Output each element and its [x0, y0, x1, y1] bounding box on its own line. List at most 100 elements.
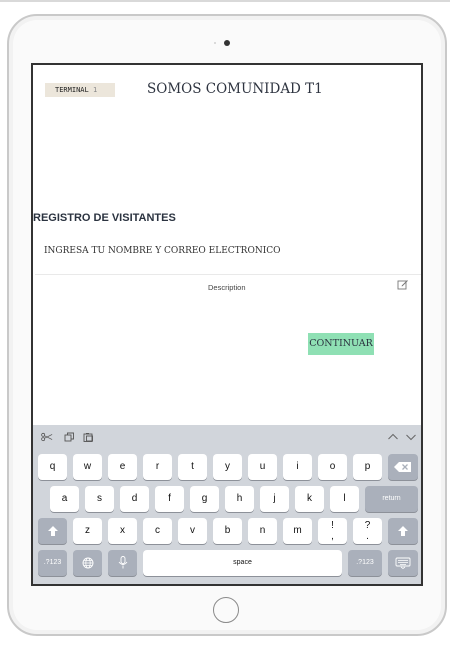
- key-o[interactable]: o: [318, 454, 347, 480]
- top-border: [0, 0, 450, 2]
- key-label: w: [83, 461, 92, 472]
- key-label: z: [85, 525, 90, 536]
- keyboard-toolbar: [33, 425, 421, 449]
- keyboard-dismiss-icon: [395, 557, 411, 569]
- key-b[interactable]: b: [213, 518, 242, 544]
- screen: TERMINAL 1 SOMOS COMUNIDAD T1 REGISTRO D…: [31, 63, 423, 586]
- globe-icon: [82, 557, 93, 569]
- key-p[interactable]: p: [353, 454, 382, 480]
- key-label: c: [155, 525, 160, 536]
- sensor-dot: [214, 42, 216, 44]
- key-x[interactable]: x: [108, 518, 137, 544]
- chevron-down-icon[interactable]: [405, 432, 417, 442]
- key-label: a: [61, 493, 68, 504]
- key-label: f: [168, 493, 171, 504]
- key-label: g: [201, 493, 208, 504]
- shift-key-right[interactable]: [388, 518, 418, 544]
- shift-key-left[interactable]: [38, 518, 67, 544]
- key-label: j: [273, 493, 276, 504]
- scissors-icon[interactable]: [41, 432, 53, 442]
- key-v[interactable]: v: [178, 518, 207, 544]
- terminal-tag: TERMINAL 1: [45, 83, 115, 97]
- shift-icon: [398, 526, 408, 536]
- description-label: Description: [208, 283, 246, 292]
- key-q[interactable]: q: [38, 454, 67, 480]
- key-i[interactable]: i: [283, 454, 312, 480]
- return-key[interactable]: return: [365, 486, 418, 512]
- numbers-key-label: .?123: [43, 559, 62, 566]
- chevron-up-icon[interactable]: [387, 432, 399, 442]
- key-k[interactable]: k: [295, 486, 324, 512]
- key-t[interactable]: t: [178, 454, 207, 480]
- key-label: n: [259, 525, 266, 536]
- key-label: s: [97, 493, 102, 504]
- key-label: e: [119, 461, 126, 472]
- key-l[interactable]: l: [330, 486, 359, 512]
- key-label: o: [329, 461, 336, 472]
- home-button[interactable]: [213, 597, 239, 623]
- key-label: p: [364, 461, 371, 472]
- key-n[interactable]: n: [248, 518, 277, 544]
- key-exclaim-comma[interactable]: ! ,: [318, 518, 347, 544]
- globe-key[interactable]: [73, 550, 102, 576]
- key-label: k: [307, 493, 312, 504]
- key-d[interactable]: d: [120, 486, 149, 512]
- name-email-field[interactable]: INGRESA TU NOMBRE Y CORREO ELECTRONICO: [44, 246, 281, 256]
- numbers-key-left[interactable]: .?123: [38, 550, 67, 576]
- key-y[interactable]: y: [213, 454, 242, 480]
- key-z[interactable]: z: [73, 518, 102, 544]
- key-label: x: [120, 525, 125, 536]
- divider: [35, 274, 421, 275]
- page-title: SOMOS COMUNIDAD T1: [147, 81, 323, 97]
- space-key[interactable]: space: [143, 550, 342, 576]
- key-w[interactable]: w: [73, 454, 102, 480]
- key-question-period[interactable]: ? .: [353, 518, 382, 544]
- key-label-bottom: ,: [331, 531, 334, 542]
- key-label: y: [225, 461, 230, 472]
- key-c[interactable]: c: [143, 518, 172, 544]
- key-h[interactable]: h: [225, 486, 254, 512]
- return-key-label: return: [382, 495, 401, 502]
- key-a[interactable]: a: [50, 486, 79, 512]
- section-title: REGISTRO DE VISITANTES: [33, 212, 176, 224]
- key-label: q: [49, 461, 56, 472]
- key-g[interactable]: g: [190, 486, 219, 512]
- numbers-key-right[interactable]: .?123: [348, 550, 382, 576]
- key-s[interactable]: s: [85, 486, 114, 512]
- key-e[interactable]: e: [108, 454, 137, 480]
- hide-keyboard-key[interactable]: [388, 550, 418, 576]
- key-label-bottom: .: [366, 531, 369, 542]
- dictation-key[interactable]: [108, 550, 137, 576]
- backspace-icon: [394, 462, 411, 472]
- key-m[interactable]: m: [283, 518, 312, 544]
- copy-icon[interactable]: [64, 432, 76, 442]
- key-label: l: [343, 493, 346, 504]
- key-label: u: [259, 461, 266, 472]
- key-label: v: [190, 525, 195, 536]
- key-r[interactable]: r: [143, 454, 172, 480]
- shift-icon: [47, 526, 58, 536]
- front-camera: [224, 40, 230, 46]
- space-key-label: space: [233, 559, 252, 566]
- key-j[interactable]: j: [260, 486, 289, 512]
- key-label-top: ?: [364, 520, 371, 531]
- continue-button[interactable]: CONTINUAR: [308, 333, 374, 355]
- key-f[interactable]: f: [155, 486, 184, 512]
- microphone-icon: [118, 556, 127, 569]
- terminal-tag-label: TERMINAL: [55, 86, 89, 94]
- terminal-tag-number: 1: [92, 86, 98, 94]
- key-u[interactable]: u: [248, 454, 277, 480]
- key-label-top: !: [331, 520, 334, 531]
- on-screen-keyboard: q w e r t y u i o p a s d f g h j k l re…: [33, 425, 421, 584]
- backspace-key[interactable]: [388, 454, 418, 480]
- key-label: t: [191, 461, 194, 472]
- key-label: m: [293, 525, 302, 536]
- numbers-key-label: .?123: [356, 559, 374, 566]
- paste-icon[interactable]: [83, 432, 95, 442]
- key-label: d: [131, 493, 138, 504]
- key-label: b: [224, 525, 231, 536]
- edit-icon[interactable]: [397, 279, 409, 291]
- key-label: r: [155, 461, 160, 472]
- key-label: h: [236, 493, 243, 504]
- key-label: i: [296, 461, 299, 472]
